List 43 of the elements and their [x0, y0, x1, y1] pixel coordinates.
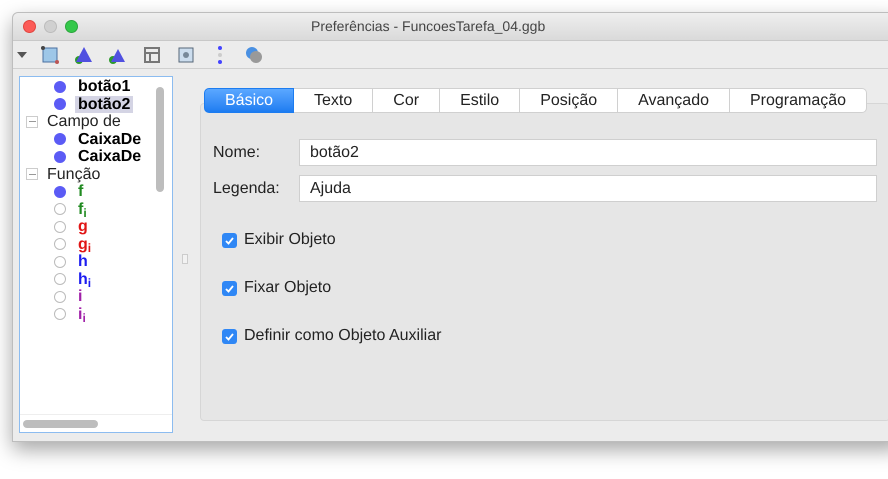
tree-item[interactable]: g$_{i}$: [75, 236, 94, 253]
tree-item[interactable]: h: [75, 253, 91, 270]
checkmark-icon: [224, 234, 235, 246]
checkbox-label: Fixar Objeto: [244, 278, 332, 298]
checkbox[interactable]: [222, 232, 237, 248]
tree-item[interactable]: h$_{i}$: [75, 270, 94, 288]
field-label: Legenda:: [213, 178, 281, 198]
collapse-icon[interactable]: [26, 168, 38, 180]
window-title: Preferências - FuncoesTarefa_04.ggb: [311, 17, 546, 36]
tab[interactable]: Estilo: [440, 88, 520, 113]
checkbox-label: Definir como Objeto Auxiliar: [244, 326, 442, 346]
collapse-icon[interactable]: [26, 116, 38, 128]
checkbox-label: Exibir Objeto: [244, 230, 336, 250]
tab[interactable]: Programação: [730, 88, 868, 113]
checkbox[interactable]: [222, 280, 237, 296]
tab[interactable]: Cor: [373, 88, 440, 113]
text-field[interactable]: botão2: [299, 139, 877, 166]
tree-item[interactable]: f$_{i}$: [75, 200, 90, 218]
tree-item[interactable]: CaixaDe: [75, 130, 144, 148]
dropdown-arrow-icon[interactable]: [17, 50, 27, 58]
zoom-button[interactable]: [65, 20, 78, 33]
tree-item[interactable]: CaixaDe: [75, 148, 144, 166]
tree-item[interactable]: botão2: [75, 96, 134, 113]
split-handle[interactable]: [182, 254, 188, 264]
tree-item[interactable]: i$_{i}$: [75, 306, 89, 323]
checkbox[interactable]: [222, 328, 237, 344]
tree-group[interactable]: Função: [47, 166, 100, 183]
field-label: Nome:: [213, 142, 262, 162]
checkmark-icon: [224, 330, 235, 342]
tree-item[interactable]: i: [75, 288, 86, 306]
square-icon[interactable]: [39, 44, 61, 66]
close-button[interactable]: [23, 20, 36, 33]
text-field[interactable]: Ajuda: [299, 175, 877, 202]
tab[interactable]: Posição: [520, 88, 618, 113]
tab[interactable]: Texto: [294, 88, 374, 113]
tree-item[interactable]: f: [75, 183, 86, 200]
tree-item[interactable]: g: [75, 218, 91, 236]
checkmark-icon: [224, 282, 235, 294]
tab[interactable]: Avançado: [618, 88, 730, 113]
horizontal-scrollbar[interactable]: [23, 420, 98, 428]
tree-group[interactable]: Campo de: [47, 113, 121, 130]
vertical-scrollbar[interactable]: [156, 87, 164, 192]
tree-item[interactable]: botão1: [75, 78, 134, 96]
